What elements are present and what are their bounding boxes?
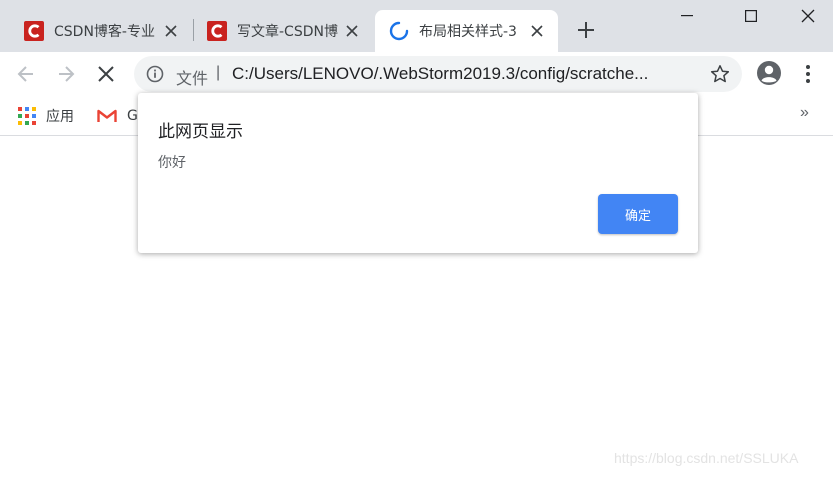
tab-title: 写文章-CSDN博 [237,24,338,40]
watermark: https://blog.csdn.net/SSLUKA [614,450,799,466]
stop-loading-button[interactable] [92,60,120,88]
ok-button[interactable]: 确定 [598,194,678,234]
bookmark-gmail[interactable]: G [97,106,138,126]
plus-icon [578,22,594,38]
address-bar[interactable]: 文件 | C:/Users/LENOVO/.WebStorm2019.3/con… [134,56,742,92]
window-close-button[interactable] [785,0,831,32]
menu-button[interactable] [798,62,818,86]
dialog-title: 此网页显示 [158,122,243,142]
alert-dialog: 此网页显示 你好 确定 [138,93,698,253]
maximize-button[interactable] [728,0,774,32]
bookmark-label: 应用 [46,109,74,125]
loading-spinner-icon [389,21,409,41]
tab-layout-styles[interactable]: 布局相关样式-3 [375,10,558,52]
new-tab-button[interactable] [574,18,598,42]
csdn-logo-icon [207,21,227,41]
scheme-label: 文件 [176,69,209,88]
bookmark-label: G [127,108,138,124]
back-button[interactable] [12,60,40,88]
maximize-icon [745,10,757,22]
gmail-icon [97,109,117,122]
minimize-icon [681,15,693,17]
close-icon[interactable] [528,22,546,40]
more-vertical-icon [806,65,810,83]
arrow-left-icon [17,66,33,82]
close-icon[interactable] [162,22,180,40]
tab-csdn-blog[interactable]: CSDN博客-专业 [10,10,192,52]
close-icon[interactable] [343,22,361,40]
tab-title: 布局相关样式-3 [419,24,517,40]
star-icon[interactable] [710,64,730,84]
arrow-right-icon [59,66,75,82]
stop-icon [98,66,114,82]
tab-strip: CSDN博客-专业 写文章-CSDN博 布局相关样式-3 [0,0,833,52]
profile-avatar-icon[interactable] [756,60,782,86]
apps-grid-icon [18,107,36,125]
tab-write-article[interactable]: 写文章-CSDN博 [193,10,373,52]
scheme-separator: | [216,64,221,81]
toolbar: 文件 | C:/Users/LENOVO/.WebStorm2019.3/con… [0,52,833,96]
forward-button[interactable] [52,60,80,88]
tab-title: CSDN博客-专业 [54,24,155,40]
csdn-logo-icon [24,21,44,41]
info-icon[interactable] [146,65,164,83]
dialog-message: 你好 [158,155,186,171]
bookmarks-overflow-button[interactable]: » [800,104,809,122]
close-icon [801,9,815,23]
url-text[interactable]: C:/Users/LENOVO/.WebStorm2019.3/config/s… [232,64,648,84]
bookmark-apps[interactable]: 应用 [18,106,74,126]
minimize-button[interactable] [664,0,710,32]
